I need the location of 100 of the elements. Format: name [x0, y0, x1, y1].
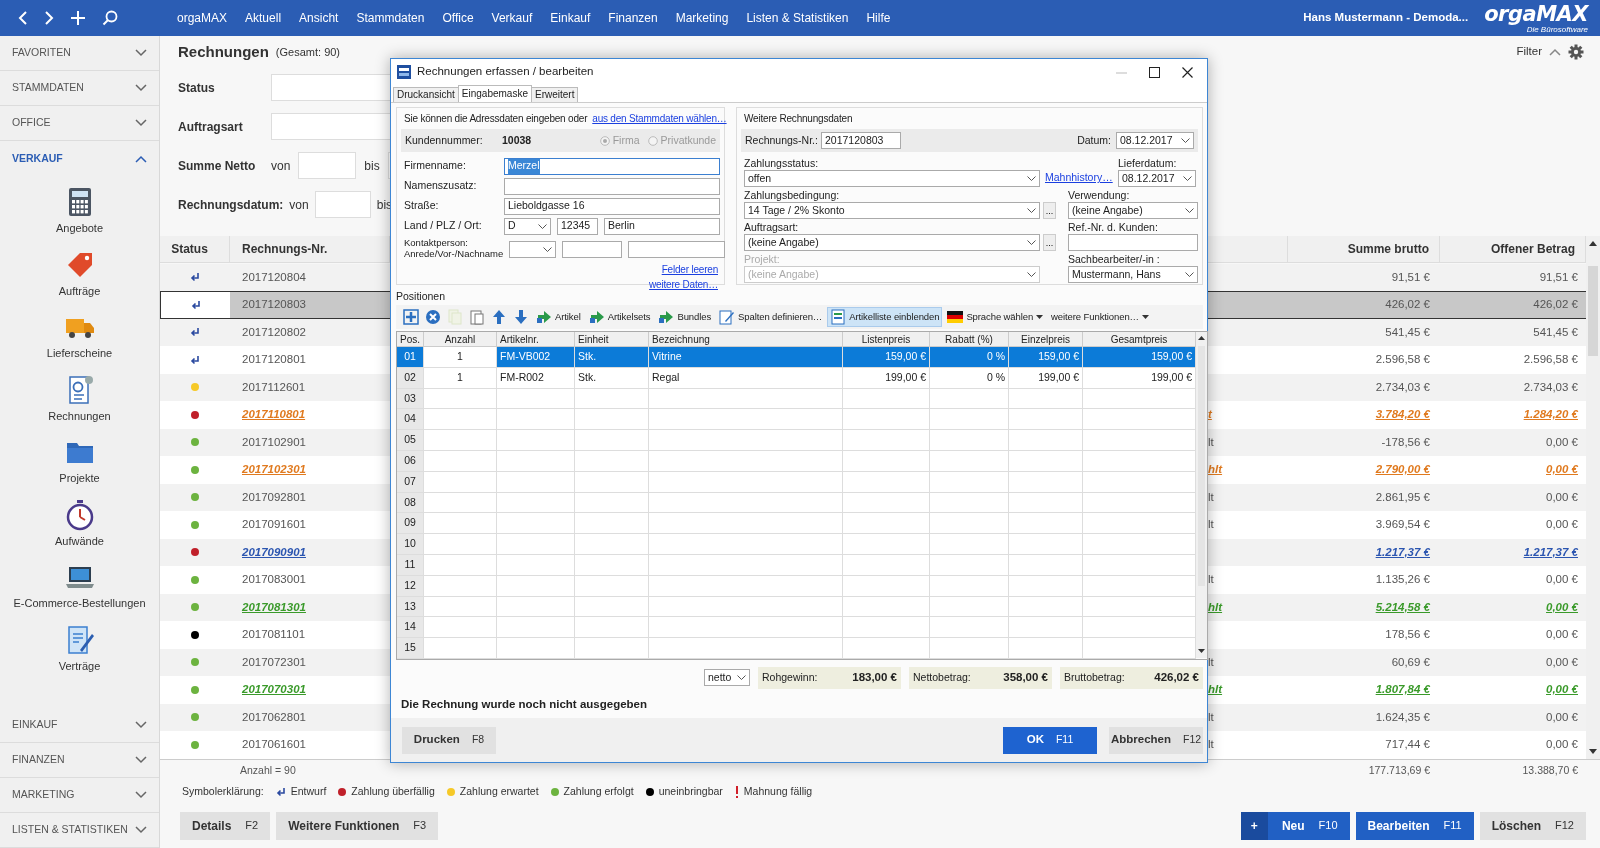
- column-header[interactable]: Pos.: [397, 332, 424, 347]
- action-button[interactable]: Details F2: [180, 811, 271, 840]
- column-header[interactable]: Rabatt (%): [930, 332, 1009, 347]
- invoice-number[interactable]: 2017091601: [230, 511, 390, 539]
- invoice-number[interactable]: 2017120801: [230, 346, 390, 374]
- record-count: (Gesamt: 90): [275, 44, 341, 60]
- input-field[interactable]: Lieboldgasse 16: [504, 197, 720, 215]
- sidebar-section[interactable]: OFFICE: [0, 106, 159, 141]
- link[interactable]: Felder leeren: [661, 262, 718, 277]
- invoice-number[interactable]: 2017062801: [230, 703, 390, 731]
- link[interactable]: aus den Stammdaten wählen…: [592, 111, 727, 126]
- column-header[interactable]: Anzahl: [424, 332, 497, 347]
- column-header[interactable]: Gesamtpreis: [1083, 332, 1196, 347]
- action-button[interactable]: Bearbeiten F11: [1355, 811, 1474, 840]
- dropdown[interactable]: netto: [704, 669, 750, 687]
- invoice-number[interactable]: 2017120804: [230, 263, 390, 291]
- sidebar-section[interactable]: FAVORITEN: [0, 36, 159, 71]
- toolbar-button[interactable]: Bundles: [655, 307, 715, 327]
- invoice-number[interactable]: 2017072301: [230, 648, 390, 676]
- dropdown[interactable]: (keine Angabe): [744, 234, 1040, 251]
- sidebar-item[interactable]: Verträge: [0, 623, 159, 686]
- toolbar-button[interactable]: weitere Funktionen…: [1048, 307, 1152, 327]
- menu-item[interactable]: Marketing: [666, 9, 738, 27]
- dialog-button[interactable]: Abbrechen F12: [1109, 726, 1203, 754]
- sidebar-item[interactable]: E-Commerce-Bestellungen: [0, 561, 159, 624]
- column-header[interactable]: Artikelnr.: [497, 332, 575, 347]
- dialog-button[interactable]: OK F11: [1003, 726, 1097, 754]
- menu-item[interactable]: Stammdaten: [347, 9, 434, 27]
- menu-item[interactable]: Office: [433, 9, 483, 27]
- sidebar-item[interactable]: Rechnungen: [0, 373, 159, 436]
- toolbar-button[interactable]: Artikel: [533, 307, 584, 327]
- toolbar-button[interactable]: Artikelliste einblenden: [827, 307, 943, 327]
- toolbar-button[interactable]: Sprache wählen: [944, 307, 1047, 327]
- column-header[interactable]: Einzelpreis: [1009, 332, 1083, 347]
- sidebar-section[interactable]: STAMMDATEN: [0, 71, 159, 106]
- toolbar-button[interactable]: Artikelsets: [585, 307, 654, 327]
- dropdown[interactable]: (keine Angabe): [1068, 202, 1198, 219]
- invoice-number[interactable]: 2017102901: [230, 428, 390, 456]
- column-header[interactable]: Bezeichnung: [649, 332, 843, 347]
- sidebar-item[interactable]: Aufwände: [0, 498, 159, 561]
- menu-item[interactable]: Ansicht: [290, 9, 348, 27]
- menu-item[interactable]: Hilfe: [857, 9, 900, 27]
- link[interactable]: Mahnhistory…: [1045, 170, 1113, 186]
- dropdown[interactable]: 14 Tage / 2% Skonto: [744, 202, 1040, 219]
- action-button[interactable]: + Neu F10: [1240, 811, 1350, 840]
- dropdown[interactable]: offen: [744, 170, 1040, 187]
- dropdown[interactable]: D: [504, 217, 551, 235]
- table-cell: FM-VB002: [497, 347, 575, 368]
- tab[interactable]: Druckansicht: [393, 87, 459, 102]
- column-header[interactable]: Summe brutto: [1288, 236, 1440, 263]
- sidebar-section[interactable]: LISTEN & STATISTIKEN: [0, 813, 159, 848]
- field-label: von: [289, 196, 309, 214]
- action-button[interactable]: Weitere Funktionen F3: [276, 811, 439, 840]
- invoice-number[interactable]: 2017061601: [230, 731, 390, 759]
- menu-item[interactable]: Verkauf: [482, 9, 542, 27]
- invoice-number[interactable]: 2017120802: [230, 318, 390, 346]
- action-button[interactable]: Löschen F12: [1479, 811, 1586, 840]
- input-field[interactable]: Berlin: [604, 217, 720, 235]
- invoice-number[interactable]: 2017083001: [230, 566, 390, 594]
- sidebar-item[interactable]: Projekte: [0, 436, 159, 499]
- invoice-number[interactable]: 2017112601: [230, 373, 390, 401]
- more-button[interactable]: ...: [1043, 202, 1056, 219]
- menu-item[interactable]: Aktuell: [236, 9, 291, 27]
- sidebar-section[interactable]: FINANZEN: [0, 743, 159, 778]
- invoice-number[interactable]: 2017090901: [230, 538, 390, 566]
- sidebar-section[interactable]: EINKAUF: [0, 708, 159, 743]
- invoice-number[interactable]: 2017081101: [230, 621, 390, 649]
- tab[interactable]: Eingabemaske: [457, 85, 532, 102]
- field-label: von: [271, 157, 291, 175]
- invoice-number[interactable]: 2017070301: [230, 676, 390, 704]
- link[interactable]: weitere Daten…: [649, 277, 718, 292]
- column-header[interactable]: Listenpreis: [843, 332, 930, 347]
- invoice-number[interactable]: 2017092801: [230, 483, 390, 511]
- filter-toggle[interactable]: Filter: [1516, 43, 1542, 61]
- dropdown[interactable]: 08.12.2017: [1116, 132, 1194, 149]
- column-header[interactable]: Rechnungs-Nr.: [230, 236, 390, 263]
- input-field[interactable]: 12345: [557, 217, 598, 235]
- menu-item[interactable]: Finanzen: [599, 9, 667, 27]
- column-header[interactable]: Offener Betrag: [1440, 236, 1586, 263]
- menu-item[interactable]: orgaMAX: [168, 9, 237, 27]
- invoice-number[interactable]: 2017120803: [230, 291, 390, 319]
- menu-item[interactable]: Listen & Statistiken: [737, 9, 858, 27]
- dialog-button[interactable]: Drucken F8: [402, 726, 496, 754]
- column-header[interactable]: Einheit: [575, 332, 649, 347]
- sidebar-item[interactable]: Aufträge: [0, 248, 159, 311]
- table-cell: 199,00 €: [1009, 367, 1083, 389]
- column-header[interactable]: Status: [160, 236, 230, 263]
- input-field[interactable]: 2017120803: [821, 132, 901, 149]
- toolbar-button[interactable]: Spalten definieren…: [716, 307, 826, 327]
- menu-item[interactable]: Einkauf: [541, 9, 600, 27]
- dropdown[interactable]: Mustermann, Hans: [1068, 266, 1198, 283]
- input-field[interactable]: Merzel: [504, 157, 720, 175]
- sidebar-section[interactable]: MARKETING: [0, 778, 159, 813]
- user-name[interactable]: Hans Mustermann - Demoda...: [1303, 9, 1469, 27]
- sidebar-item[interactable]: Lieferscheine: [0, 311, 159, 374]
- more-button[interactable]: ...: [1043, 234, 1056, 251]
- dropdown[interactable]: 08.12.2017: [1118, 170, 1196, 187]
- sidebar-section[interactable]: VERKAUF: [0, 141, 159, 176]
- tab[interactable]: Erweitert: [530, 87, 579, 102]
- sidebar-item[interactable]: Angebote: [0, 186, 159, 249]
